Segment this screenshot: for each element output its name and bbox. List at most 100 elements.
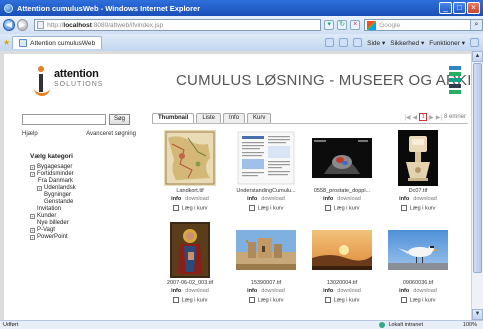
thumbnail-grid: Landkort.tif info download Læg i kurv Un… [156, 130, 452, 308]
vertical-scrollbar[interactable]: ▲ ▼ [471, 51, 483, 320]
download-link[interactable]: download [185, 196, 209, 202]
advanced-search-link[interactable]: Avanceret søgning [86, 131, 136, 137]
scroll-thumb[interactable] [473, 63, 482, 273]
cart-checkbox[interactable] [172, 297, 179, 303]
zoom-level[interactable]: 100% [463, 322, 477, 328]
next-page-button[interactable]: ▶ [429, 114, 434, 121]
back-button[interactable]: ◀ [3, 19, 15, 31]
search-button[interactable]: Søg [109, 114, 131, 125]
stop-icon[interactable]: × [350, 20, 361, 30]
tab-thumbnail[interactable]: Thumbnail [152, 113, 195, 123]
info-link[interactable]: info [247, 196, 257, 202]
favorites-star-icon[interactable]: ★ [3, 38, 10, 47]
search-box[interactable]: Google ⌕ [364, 19, 483, 31]
cart-checkbox[interactable] [248, 297, 255, 303]
expand-icon[interactable]: + [37, 186, 42, 191]
prev-page-button[interactable]: ◀ [413, 114, 418, 121]
scroll-up-icon[interactable]: ▲ [472, 51, 483, 62]
tab-liste[interactable]: Liste [196, 113, 222, 123]
info-link[interactable]: info [171, 288, 181, 294]
tab-info[interactable]: Info [223, 113, 246, 123]
print-icon[interactable] [353, 38, 363, 47]
info-link[interactable]: info [247, 288, 257, 294]
castle-thumbnail[interactable] [234, 222, 298, 278]
add-to-cart[interactable]: Læg i kurv [156, 205, 224, 211]
download-link[interactable]: download [337, 196, 361, 202]
home-icon[interactable] [325, 38, 335, 47]
minimize-button[interactable]: _ [439, 2, 452, 14]
cart-checkbox[interactable] [400, 297, 407, 303]
page-number[interactable]: 1 [419, 113, 428, 121]
download-link[interactable]: download [337, 288, 361, 294]
cart-checkbox[interactable] [324, 205, 331, 211]
scroll-down-icon[interactable]: ▼ [472, 309, 483, 320]
help-icon[interactable] [470, 38, 479, 47]
refresh-icon[interactable]: ↻ [337, 20, 348, 30]
compatibility-icon[interactable]: ▾ [324, 20, 335, 30]
download-link[interactable]: download [261, 196, 285, 202]
info-link[interactable]: info [323, 288, 333, 294]
download-link[interactable]: download [413, 196, 437, 202]
add-to-cart[interactable]: Læg i kurv [232, 297, 300, 303]
bird-thumbnail[interactable] [386, 222, 450, 278]
info-link[interactable]: info [323, 196, 333, 202]
category-item[interactable]: Genstande [30, 199, 136, 206]
category-item[interactable]: + P-Vagt [30, 227, 136, 234]
category-item[interactable]: Invitation [30, 206, 136, 213]
expand-icon[interactable]: + [30, 172, 35, 177]
expand-icon[interactable]: + [30, 214, 35, 219]
ultrasound-thumbnail[interactable] [310, 130, 374, 186]
help-link[interactable]: Hjælp [22, 131, 38, 137]
browser-tab[interactable]: Attention cumulusWeb [12, 36, 103, 49]
category-item[interactable]: + Bygagesager [30, 164, 136, 171]
download-link[interactable]: download [261, 288, 285, 294]
category-item[interactable]: Bygninger [30, 192, 136, 199]
category-label: P-Vagt [37, 227, 55, 233]
maximize-button[interactable]: □ [453, 2, 466, 14]
add-to-cart[interactable]: Læg i kurv [308, 297, 376, 303]
expand-icon[interactable]: + [30, 165, 35, 170]
category-item[interactable]: + Udenlandsk [30, 185, 136, 192]
safety-menu[interactable]: Sikkerhed ▾ [390, 39, 424, 47]
category-item[interactable]: + Fortidsminder [30, 171, 136, 178]
search-icon[interactable]: ⌕ [469, 20, 482, 30]
lamp-thumbnail[interactable] [386, 130, 450, 186]
add-to-cart[interactable]: Læg i kurv [232, 205, 300, 211]
add-to-cart[interactable]: Læg i kurv [384, 205, 452, 211]
info-link[interactable]: info [171, 196, 181, 202]
tab-kurv[interactable]: Kurv [247, 113, 272, 123]
info-link[interactable]: info [399, 288, 409, 294]
category-item[interactable]: Fra Danmark [30, 178, 136, 185]
expand-icon[interactable]: + [30, 228, 35, 233]
address-bar[interactable]: http:// localhost :8080/attweb/ifvindex.… [34, 19, 322, 31]
first-page-button[interactable]: |◀ [404, 114, 410, 121]
download-link[interactable]: download [413, 288, 437, 294]
close-button[interactable]: × [467, 2, 480, 14]
asset-actions: info download [156, 196, 224, 202]
expand-icon[interactable]: + [30, 235, 35, 240]
add-to-cart[interactable]: Læg i kurv [156, 297, 224, 303]
forward-button[interactable]: ▶ [16, 19, 29, 31]
cart-checkbox[interactable] [400, 205, 407, 211]
page-menu[interactable]: Side ▾ [367, 39, 385, 47]
map-thumbnail[interactable] [158, 130, 222, 186]
category-item[interactable]: + PowerPoint [30, 234, 136, 241]
tools-menu[interactable]: Funktioner ▾ [429, 39, 465, 47]
add-to-cart[interactable]: Læg i kurv [384, 297, 452, 303]
info-link[interactable]: info [399, 196, 409, 202]
stack-bar [449, 78, 461, 82]
painting-thumbnail[interactable] [158, 222, 222, 278]
cart-checkbox[interactable] [248, 205, 255, 211]
feeds-icon[interactable] [339, 38, 349, 47]
add-to-cart[interactable]: Læg i kurv [308, 205, 376, 211]
sunset-thumbnail[interactable] [310, 222, 374, 278]
category-item[interactable]: Nye billeder [30, 220, 136, 227]
last-page-button[interactable]: ▶| [436, 114, 442, 121]
category-item[interactable]: + Kunder [30, 213, 136, 220]
search-input[interactable] [22, 114, 106, 125]
document-thumbnail[interactable] [234, 130, 298, 186]
cart-checkbox[interactable] [324, 297, 331, 303]
attention-logo[interactable]: attention SOLUTIONS [34, 62, 134, 104]
cart-checkbox[interactable] [172, 205, 179, 211]
download-link[interactable]: download [185, 288, 209, 294]
